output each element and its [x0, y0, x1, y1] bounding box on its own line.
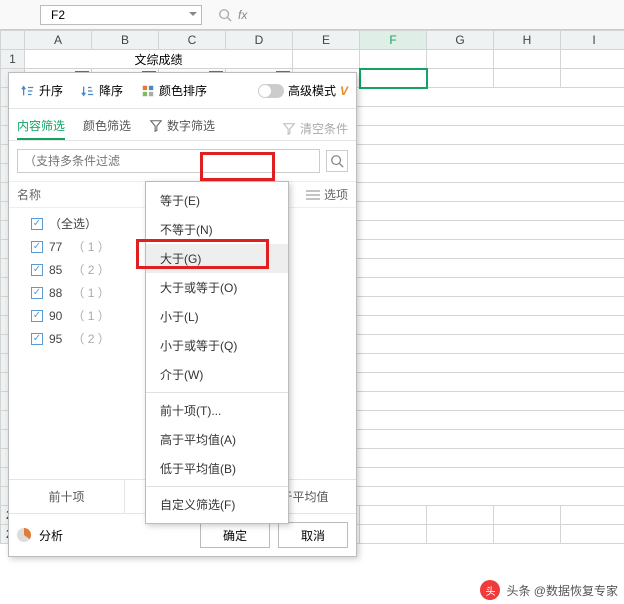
- quick-top10[interactable]: 前十项: [9, 480, 124, 513]
- item-count: （ 2 ）: [72, 330, 109, 347]
- search-button[interactable]: [326, 150, 348, 172]
- sort-color-label: 颜色排序: [159, 82, 207, 99]
- col-header[interactable]: B: [92, 31, 159, 50]
- logo-icon: 头: [480, 580, 500, 600]
- item-label: 77: [49, 240, 62, 254]
- filter-tabs: 内容筛选 颜色筛选 数字筛选 清空条件: [9, 109, 356, 141]
- formula-bar: F2 fx: [0, 0, 624, 30]
- checkbox-icon[interactable]: ✓: [31, 264, 43, 276]
- watermark-text: 头条 @数据恢复专家: [506, 582, 618, 599]
- switch-icon: [258, 84, 284, 98]
- menu-item-above[interactable]: 高于平均值(A): [146, 425, 288, 454]
- search-icon[interactable]: [218, 8, 232, 22]
- checkbox-icon[interactable]: ✓: [31, 333, 43, 345]
- col-header[interactable]: D: [226, 31, 293, 50]
- col-header[interactable]: H: [494, 31, 561, 50]
- select-all-corner[interactable]: [1, 31, 25, 50]
- sort-desc-button[interactable]: 降序: [77, 80, 127, 101]
- pie-icon: [17, 528, 31, 542]
- sort-color-button[interactable]: 颜色排序: [137, 80, 211, 101]
- magnifier-icon: [330, 154, 344, 168]
- item-count: （ 1 ）: [72, 307, 109, 324]
- col-header[interactable]: C: [159, 31, 226, 50]
- checkbox-icon[interactable]: ✓: [31, 241, 43, 253]
- sort-bar: 升序 降序 颜色排序 高级模式 V: [9, 73, 356, 109]
- list-name-label: 名称: [17, 186, 41, 203]
- checkbox-icon[interactable]: ✓: [31, 310, 43, 322]
- item-label: 90: [49, 309, 62, 323]
- funnel-icon: [149, 119, 163, 133]
- menu-item-ge[interactable]: 大于或等于(O): [146, 273, 288, 302]
- item-label: （全选）: [49, 215, 97, 232]
- fx-label[interactable]: fx: [238, 8, 247, 22]
- clear-label: 清空条件: [300, 120, 348, 137]
- item-count: （ 1 ）: [72, 284, 109, 301]
- menu-item-gt[interactable]: 大于(G): [146, 244, 288, 273]
- col-header[interactable]: E: [293, 31, 360, 50]
- tab-color-filter[interactable]: 颜色筛选: [83, 117, 131, 140]
- hamburger-icon: [306, 190, 320, 200]
- sort-desc-label: 降序: [99, 82, 123, 99]
- sort-asc-icon: [21, 84, 35, 98]
- checkbox-icon[interactable]: ✓: [31, 218, 43, 230]
- cancel-button[interactable]: 取消: [278, 522, 348, 548]
- tab-number-filter[interactable]: 数字筛选: [149, 117, 215, 140]
- menu-item-top10[interactable]: 前十项(T)...: [146, 396, 288, 425]
- item-count: （ 2 ）: [72, 261, 109, 278]
- advanced-label: 高级模式: [288, 82, 336, 99]
- checkbox-icon[interactable]: ✓: [31, 287, 43, 299]
- analysis-button[interactable]: 分析: [39, 527, 63, 544]
- col-header[interactable]: A: [25, 31, 92, 50]
- item-label: 88: [49, 286, 62, 300]
- item-label: 85: [49, 263, 62, 277]
- name-box[interactable]: F2: [40, 5, 202, 25]
- number-filter-submenu: 等于(E) 不等于(N) 大于(G) 大于或等于(O) 小于(L) 小于或等于(…: [145, 181, 289, 524]
- tab-number-label: 数字筛选: [167, 117, 215, 134]
- filter-search-input[interactable]: [17, 149, 320, 173]
- fx-area: fx: [218, 8, 247, 22]
- menu-item-lt[interactable]: 小于(L): [146, 302, 288, 331]
- menu-item-custom[interactable]: 自定义筛选(F): [146, 490, 288, 519]
- filter-panel: 升序 降序 颜色排序 高级模式 V 内容筛选 颜色筛选 数字筛选 清空条件: [8, 72, 357, 557]
- menu-item-eq[interactable]: 等于(E): [146, 186, 288, 215]
- palette-icon: [141, 84, 155, 98]
- clear-filter-button[interactable]: 清空条件: [282, 117, 348, 140]
- ok-button[interactable]: 确定: [200, 522, 270, 548]
- menu-item-le[interactable]: 小于或等于(Q): [146, 331, 288, 360]
- merged-title-cell[interactable]: 文综成绩: [25, 50, 293, 69]
- clear-icon: [282, 122, 296, 136]
- tab-content-filter[interactable]: 内容筛选: [17, 117, 65, 140]
- active-cell[interactable]: [360, 69, 427, 88]
- menu-item-ne[interactable]: 不等于(N): [146, 215, 288, 244]
- sort-asc-button[interactable]: 升序: [17, 80, 67, 101]
- col-header[interactable]: G: [427, 31, 494, 50]
- advanced-toggle[interactable]: 高级模式 V: [258, 82, 348, 99]
- options-label: 选项: [324, 186, 348, 203]
- sort-desc-icon: [81, 84, 95, 98]
- sort-asc-label: 升序: [39, 82, 63, 99]
- menu-item-below[interactable]: 低于平均值(B): [146, 454, 288, 483]
- watermark: 头 头条 @数据恢复专家: [480, 580, 618, 600]
- row-header[interactable]: 1: [1, 50, 25, 69]
- menu-item-between[interactable]: 介于(W): [146, 360, 288, 389]
- list-options-button[interactable]: 选项: [306, 186, 348, 203]
- item-count: （ 1 ）: [72, 238, 109, 255]
- col-header-active[interactable]: F: [360, 31, 427, 50]
- vip-icon: V: [340, 84, 348, 98]
- item-label: 95: [49, 332, 62, 346]
- col-header[interactable]: I: [561, 31, 624, 50]
